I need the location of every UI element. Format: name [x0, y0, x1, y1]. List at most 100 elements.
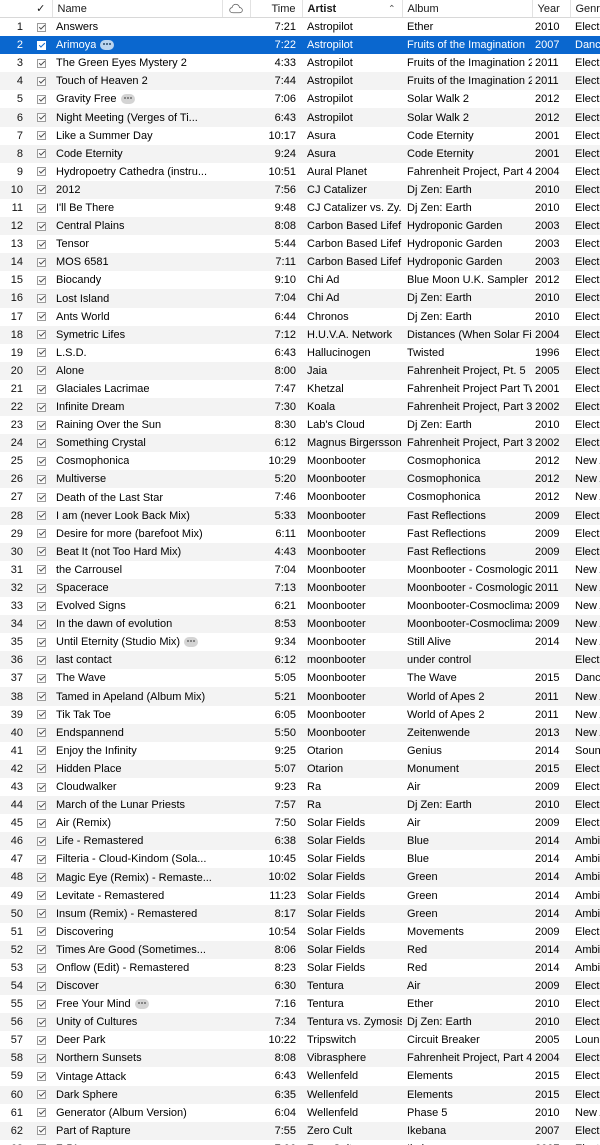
table-row[interactable]: 15 Biocandy 9:10 Chi Ad Blue Moon U.K. Sampl… [0, 271, 600, 290]
cell-name[interactable]: MOS 6581 [52, 253, 222, 271]
row-checkbox[interactable] [30, 561, 52, 579]
column-header-number[interactable] [0, 0, 30, 18]
column-header-name[interactable]: Name [51, 0, 222, 18]
row-checkbox[interactable] [30, 778, 52, 796]
row-checkbox[interactable] [30, 814, 52, 832]
table-row[interactable]: 4 Touch of Heaven 2 7:44 Astropilot Fruits o… [0, 72, 600, 91]
row-checkbox[interactable] [30, 72, 52, 90]
row-checkbox[interactable] [30, 905, 52, 923]
row-checkbox[interactable] [30, 796, 52, 814]
table-row[interactable]: 61 Generator (Album Version) 6:04 Wellenfel… [0, 1103, 600, 1122]
table-row[interactable]: 32 Spacerace 7:13 Moonbooter Moonbooter - Co… [0, 578, 600, 597]
row-checkbox[interactable] [30, 434, 52, 452]
table-row[interactable]: 34 In the dawn of evolution 8:53 Moonbooter… [0, 615, 600, 634]
cell-name[interactable]: Gravity Free [52, 90, 222, 108]
row-checkbox[interactable] [30, 1049, 52, 1067]
cell-name[interactable]: Until Eternity (Studio Mix) [52, 633, 222, 651]
cell-name[interactable]: Times Are Good (Sometimes... [52, 941, 222, 959]
table-row[interactable]: 60 Dark Sphere 6:35 Wellenfeld Elements 2015 E… [0, 1085, 600, 1104]
row-checkbox[interactable] [30, 488, 52, 506]
table-row[interactable]: 9 Hydropoetry Cathedra (instru... 10:51 Aur… [0, 162, 600, 181]
row-checkbox[interactable] [30, 868, 52, 886]
cell-name[interactable]: Lost Island [52, 289, 222, 307]
cell-name[interactable]: Enjoy the Infinity [52, 742, 222, 760]
table-row[interactable]: 39 Tik Tak Toe 6:05 Moonbooter World of Apes… [0, 705, 600, 724]
row-checkbox[interactable] [30, 977, 52, 995]
cell-name[interactable]: L.S.D. [52, 344, 222, 362]
cell-name[interactable]: The Wave [52, 669, 222, 687]
table-row[interactable]: 58 Northern Sunsets 8:08 Vibrasphere Fahrenh… [0, 1049, 600, 1068]
cell-name[interactable]: Free Your Mind [52, 995, 222, 1013]
table-row[interactable]: 57 Deer Park 10:22 Tripswitch Circuit Breake… [0, 1031, 600, 1050]
row-checkbox[interactable] [30, 995, 52, 1013]
table-row[interactable]: 7 Like a Summer Day 10:17 Asura Code Eternit… [0, 126, 600, 145]
cell-name[interactable]: Filteria - Cloud-Kindom (Sola... [52, 850, 222, 868]
row-checkbox[interactable] [30, 380, 52, 398]
cell-name[interactable]: Night Meeting (Verges of Ti... [52, 108, 222, 126]
cell-name[interactable]: Tensor [52, 235, 222, 253]
cell-name[interactable]: Something Crystal [52, 434, 222, 452]
table-row[interactable]: 2 Arimoya 7:22 Astropilot Fruits of the Imag… [0, 36, 600, 55]
row-checkbox[interactable] [30, 525, 52, 543]
row-checkbox[interactable] [30, 651, 52, 669]
table-row[interactable]: 51 Discovering 10:54 Solar Fields Movements 2… [0, 922, 600, 941]
row-checkbox[interactable] [30, 887, 52, 905]
table-row[interactable]: 22 Infinite Dream 7:30 Koala Fahrenheit Proj… [0, 397, 600, 417]
row-checkbox[interactable] [30, 145, 52, 163]
table-row[interactable]: 14 MOS 6581 7:11 Carbon Based Lifef... Hydro… [0, 253, 600, 272]
column-header-artist[interactable]: Artist ⌃ [301, 0, 402, 18]
row-checkbox[interactable] [30, 398, 52, 416]
cell-name[interactable]: Alone [52, 362, 222, 380]
cell-name[interactable]: Raining Over the Sun [52, 416, 222, 434]
cell-name[interactable]: Biocandy [52, 271, 222, 289]
row-checkbox[interactable] [30, 760, 52, 778]
table-row[interactable]: 41 Enjoy the Infinity 9:25 Otarion Genius 201… [0, 741, 600, 760]
table-row[interactable]: 46 Life - Remastered 6:38 Solar Fields Blue 2… [0, 832, 600, 851]
table-row[interactable]: 21 Glaciales Lacrimae 7:47 Khetzal Fahrenhei… [0, 379, 600, 398]
row-checkbox[interactable] [30, 579, 52, 597]
table-row[interactable]: 53 Onflow (Edit) - Remastered 8:23 Solar Fi… [0, 958, 600, 977]
column-header-year[interactable]: Year [531, 0, 570, 18]
table-row[interactable]: 27 Death of the Last Star 7:46 Moonbooter Co… [0, 488, 600, 507]
cell-name[interactable]: Cloudwalker [52, 778, 222, 796]
table-row[interactable]: 40 Endspannend 5:50 Moonbooter Zeitenwende 20… [0, 723, 600, 742]
cell-name[interactable]: Life - Remastered [52, 832, 222, 850]
cell-name[interactable]: Desire for more (barefoot Mix) [52, 525, 222, 543]
table-row[interactable]: 33 Evolved Signs 6:21 Moonbooter Moonbooter-… [0, 597, 600, 616]
row-checkbox[interactable] [30, 1067, 52, 1085]
cell-name[interactable]: Generator (Album Version) [52, 1104, 222, 1122]
row-checkbox[interactable] [30, 850, 52, 868]
table-row[interactable]: 50 Insum (Remix) - Remastered 8:17 Solar Fi… [0, 904, 600, 923]
table-row[interactable]: 11 I'll Be There 9:48 CJ Catalizer vs. Zy..… [0, 198, 600, 218]
row-checkbox[interactable] [30, 18, 52, 37]
cell-name[interactable]: 2012 [52, 181, 222, 199]
table-row[interactable]: 24 Something Crystal 6:12 Magnus Birgersson… [0, 434, 600, 453]
table-row[interactable]: 28 I am (never Look Back Mix) 5:33 Moonboot… [0, 506, 600, 525]
row-checkbox[interactable] [30, 217, 52, 235]
table-row[interactable]: 55 Free Your Mind 7:16 Tentura Ether 2010 Elec… [0, 995, 600, 1014]
cell-name[interactable]: Endspannend [52, 724, 222, 742]
cell-name[interactable]: Beat It (not Too Hard Mix) [52, 543, 222, 561]
row-checkbox[interactable] [30, 724, 52, 742]
cell-name[interactable]: Spacerace [52, 579, 222, 597]
row-checkbox[interactable] [30, 326, 52, 344]
table-row[interactable]: 35 Until Eternity (Studio Mix) 9:34 Moonboo… [0, 633, 600, 652]
table-row[interactable]: 1 Answers 7:21 Astropilot Ether 2010 Electroni… [0, 17, 600, 37]
row-checkbox[interactable] [30, 344, 52, 362]
row-checkbox[interactable] [30, 832, 52, 850]
cell-name[interactable]: Cosmophonica [52, 452, 222, 470]
table-row[interactable]: 25 Cosmophonica 10:29 Moonbooter Cosmophonic… [0, 452, 600, 471]
row-checkbox[interactable] [30, 271, 52, 289]
table-row[interactable]: 52 Times Are Good (Sometimes... 8:06 Solar … [0, 940, 600, 959]
cell-name[interactable]: Tamed in Apeland (Album Mix) [52, 687, 222, 705]
table-row[interactable]: 37 The Wave 5:05 Moonbooter The Wave 2015 Danc… [0, 669, 600, 688]
row-checkbox[interactable] [30, 308, 52, 326]
cell-name[interactable]: Ants World [52, 308, 222, 326]
row-checkbox[interactable] [30, 1104, 52, 1122]
row-checkbox[interactable] [30, 36, 52, 54]
row-checkbox[interactable] [30, 90, 52, 108]
row-checkbox[interactable] [30, 1013, 52, 1031]
cell-name[interactable]: The Green Eyes Mystery 2 [52, 54, 222, 72]
row-checkbox[interactable] [30, 108, 52, 126]
row-checkbox[interactable] [30, 1122, 52, 1140]
